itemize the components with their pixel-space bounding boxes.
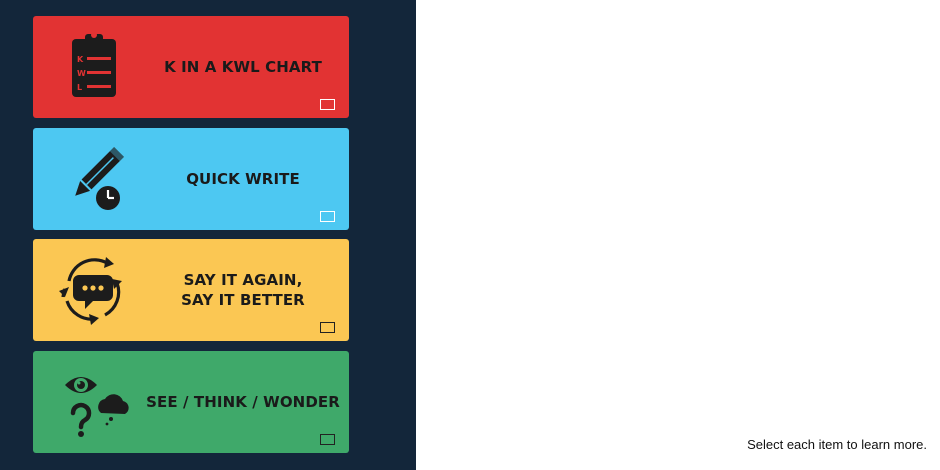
speech-cycle-icon	[51, 249, 135, 331]
card-kwl-checkbox	[320, 99, 335, 110]
instruction-text: Select each item to learn more.	[747, 437, 927, 452]
card-kwl-chart[interactable]: K W L K IN A KWL CHART	[33, 16, 349, 118]
card-quick-write-checkbox	[320, 211, 335, 222]
card-say-it-again[interactable]: SAY IT AGAIN, SAY IT BETTER	[33, 239, 349, 341]
pencil-clock-icon	[51, 138, 135, 220]
card-see-think-wonder[interactable]: SEE / THINK / WONDER	[33, 351, 349, 453]
kwl-clipboard-icon: K W L	[51, 26, 135, 108]
card-kwl-label: K IN A KWL CHART	[164, 58, 322, 76]
card-see-think-wonder-label: SEE / THINK / WONDER	[146, 393, 340, 411]
card-see-think-wonder-checkbox	[320, 434, 335, 445]
eye-cloud-question-icon	[51, 361, 135, 443]
svg-text:K: K	[77, 55, 84, 64]
card-quick-write[interactable]: QUICK WRITE	[33, 128, 349, 230]
activity-menu-panel: K W L K IN A KWL CHART QUICK WRITE SAY I…	[0, 0, 416, 470]
card-say-it-again-label: SAY IT AGAIN, SAY IT BETTER	[181, 271, 305, 309]
svg-text:W: W	[77, 69, 86, 78]
svg-text:L: L	[77, 83, 82, 92]
activity-stage: K W L K IN A KWL CHART QUICK WRITE SAY I…	[0, 0, 940, 470]
card-quick-write-label: QUICK WRITE	[186, 170, 300, 188]
card-say-it-again-checkbox	[320, 322, 335, 333]
